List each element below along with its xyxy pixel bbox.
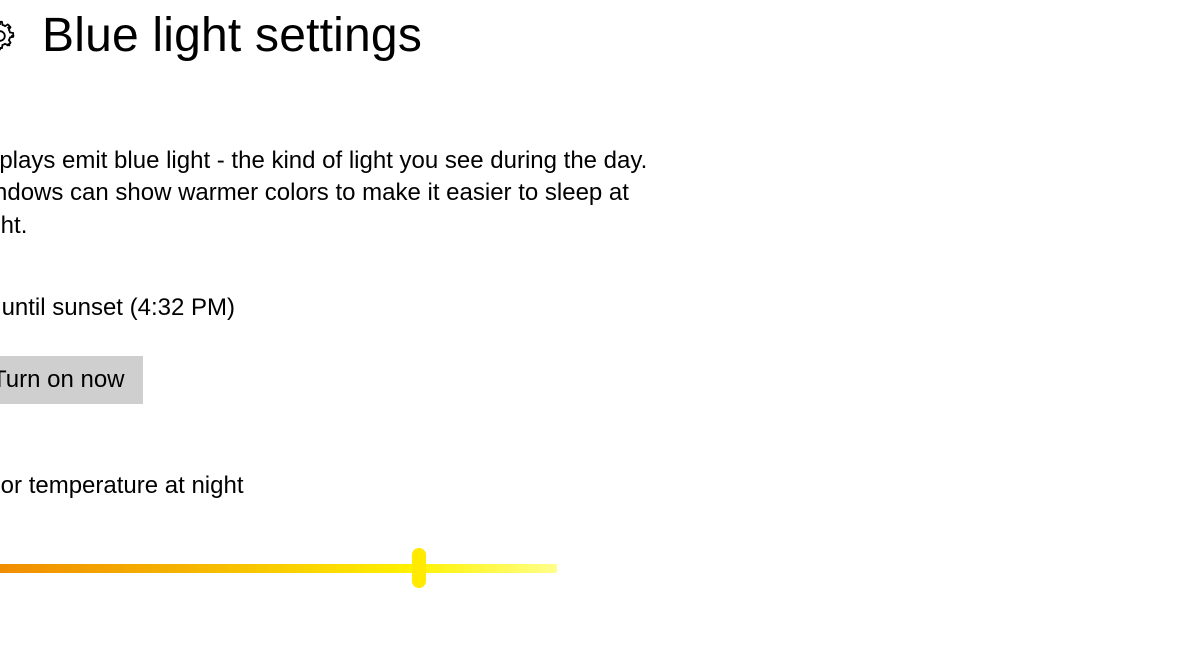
description-line-2: /indows can show warmer colors to make i… [0,179,629,206]
gear-icon [0,18,18,54]
main-content: isplays emit blue light - the kind of li… [0,145,742,592]
description-line-1: isplays emit blue light - the kind of li… [0,147,647,174]
status-text: ff until sunset (4:32 PM) [0,294,742,322]
color-temperature-label: olor temperature at night [0,472,742,500]
slider-thumb[interactable] [412,548,426,588]
page-title: Blue light settings [42,8,422,63]
page-header: Blue light settings [0,0,1195,63]
turn-on-now-button[interactable]: Turn on now [0,356,143,404]
description-text: isplays emit blue light - the kind of li… [0,145,742,242]
color-temperature-slider[interactable] [0,544,557,592]
description-line-3: ight. [0,212,27,239]
slider-track [0,564,557,573]
